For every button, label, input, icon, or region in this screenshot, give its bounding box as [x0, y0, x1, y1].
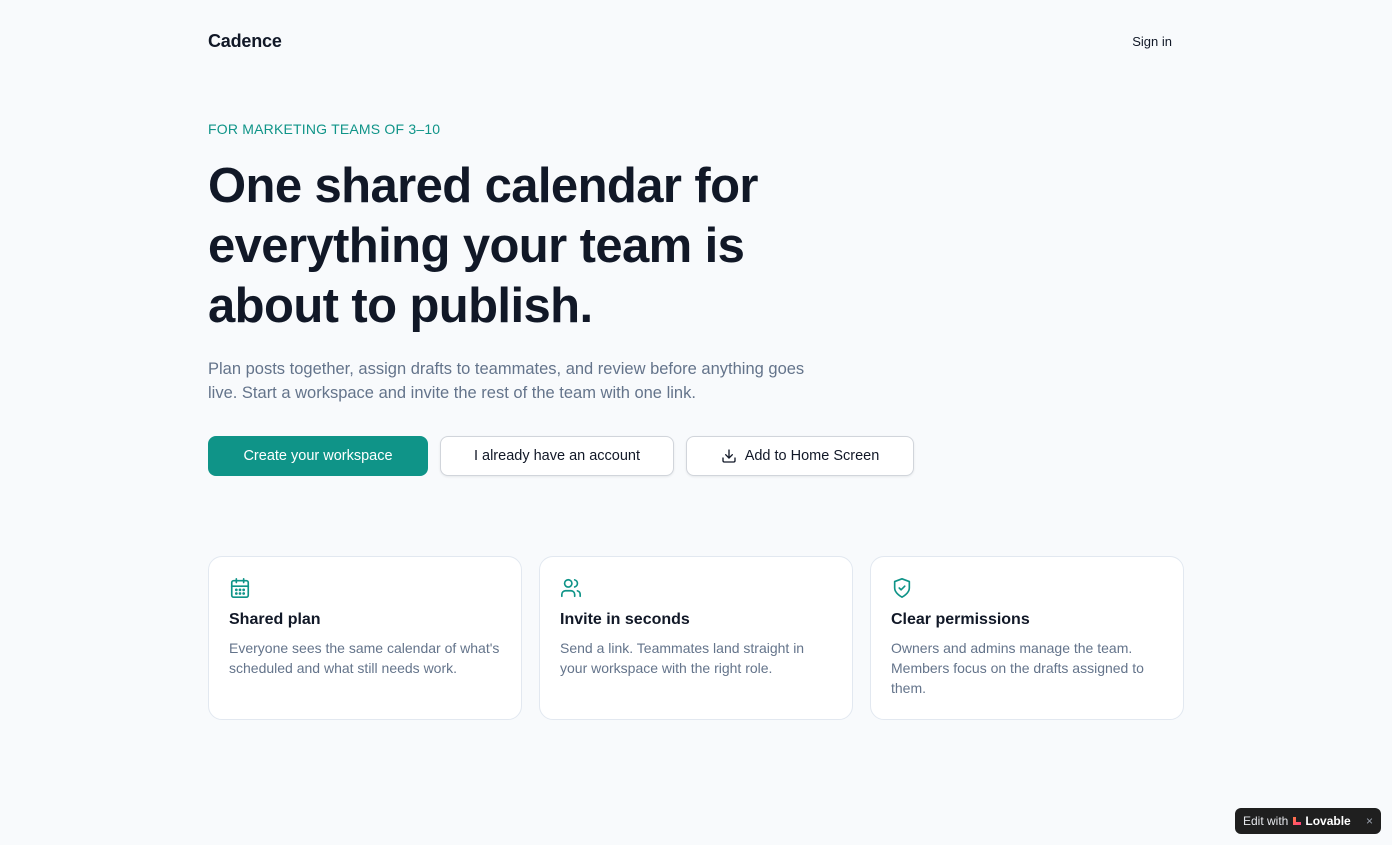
users-icon — [561, 578, 581, 598]
feature-title: Invite in seconds — [560, 611, 690, 628]
shield-check-icon — [893, 578, 911, 598]
feature-cards: Shared plan Everyone sees the same calen… — [208, 556, 1184, 720]
add-to-home-screen-label: Add to Home Screen — [744, 448, 880, 464]
hero-subtext: Plan posts together, assign drafts to te… — [208, 360, 805, 402]
feature-card-invite: Invite in seconds Send a link. Teammates… — [539, 556, 853, 720]
lovable-logo: Lovable — [1292, 814, 1351, 828]
feature-card-shared-plan: Shared plan Everyone sees the same calen… — [208, 556, 522, 720]
brand-logo[interactable]: Cadence — [208, 31, 282, 52]
hero-headline: One shared calendar for everything your … — [208, 156, 808, 336]
headline-line: about to publish. — [208, 279, 593, 333]
feature-card-permissions: Clear permissions Owners and admins mana… — [870, 556, 1184, 720]
feature-body: Send a link. Teammates land straight in … — [560, 640, 805, 676]
sign-in-link[interactable]: Sign in — [1120, 30, 1184, 53]
badge-prefix: Edit with — [1243, 814, 1289, 828]
edit-with-lovable-badge[interactable]: Edit with Lovable × — [1235, 808, 1381, 834]
lovable-brand-text: Lovable — [1305, 814, 1351, 828]
create-workspace-button[interactable]: Create your workspace — [208, 436, 428, 476]
headline-line: everything your team is — [208, 219, 745, 273]
hero-actions: Create your workspace I already have an … — [208, 436, 914, 476]
calendar-icon — [230, 578, 250, 598]
headline-line: One shared calendar for — [208, 159, 759, 213]
add-to-home-screen-button[interactable]: Add to Home Screen — [686, 436, 914, 476]
feature-body: Everyone sees the same calendar of what'… — [229, 640, 500, 676]
lovable-heart-icon — [1293, 817, 1302, 825]
download-icon — [722, 449, 736, 463]
feature-body: Owners and admins manage the team. Membe… — [891, 640, 1144, 696]
hero-eyebrow: FOR MARKETING TEAMS OF 3–10 — [208, 121, 441, 137]
existing-account-button[interactable]: I already have an account — [440, 436, 674, 476]
site-header: Cadence Sign in — [208, 28, 1184, 54]
feature-title: Shared plan — [229, 611, 321, 628]
close-icon[interactable]: × — [1366, 814, 1373, 828]
feature-title: Clear permissions — [891, 611, 1030, 628]
